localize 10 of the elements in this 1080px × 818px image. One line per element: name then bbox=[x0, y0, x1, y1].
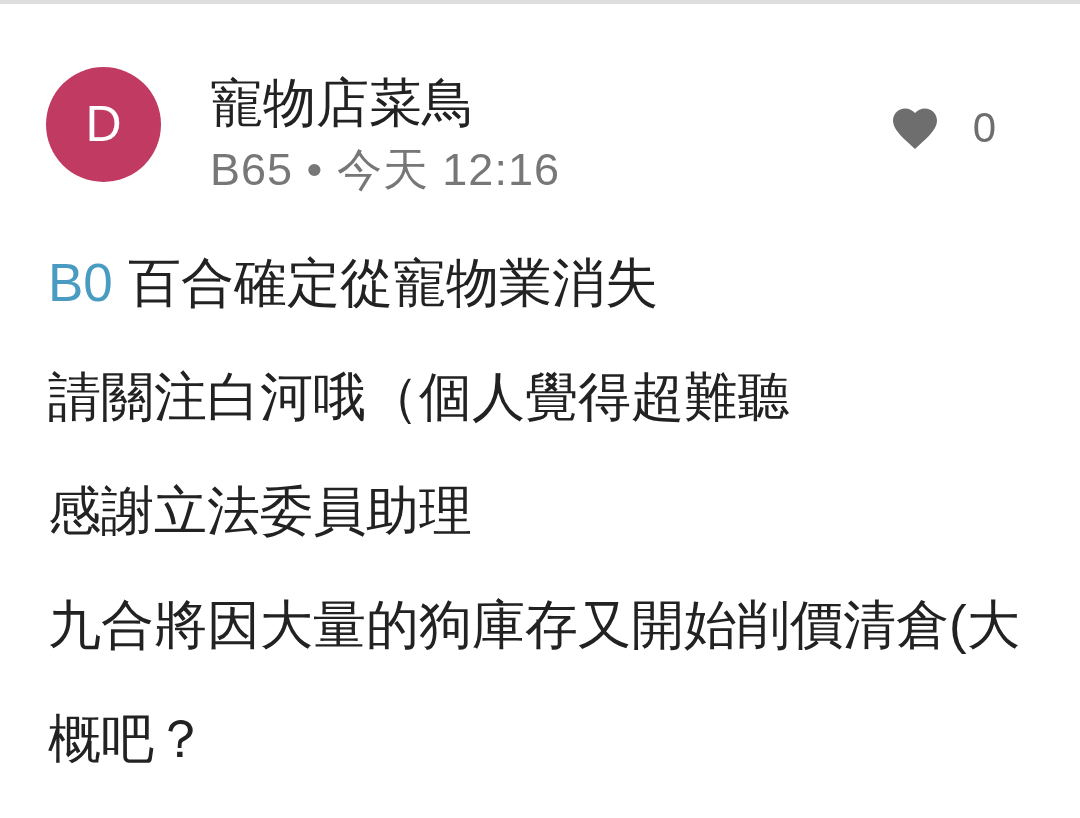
author-name: 寵物店菜鳥 bbox=[210, 73, 476, 133]
comment-text: 九合將因大量的狗庫存又開始削價清倉(大概吧？ bbox=[48, 594, 1021, 770]
comment-text: 請關注白河哦（個人覺得超難聽 bbox=[48, 366, 791, 428]
post-meta: B65 • 今天 12:16 bbox=[210, 145, 560, 195]
comment-text: B0 百合確定從寵物業消失 bbox=[48, 252, 659, 314]
like-button[interactable]: 0 bbox=[890, 103, 996, 153]
heart-icon bbox=[890, 106, 939, 150]
comment-text: 感謝立法委員助理 bbox=[48, 480, 473, 542]
avatar-circle: D bbox=[46, 67, 161, 182]
reply-link[interactable]: B0 bbox=[48, 253, 113, 312]
